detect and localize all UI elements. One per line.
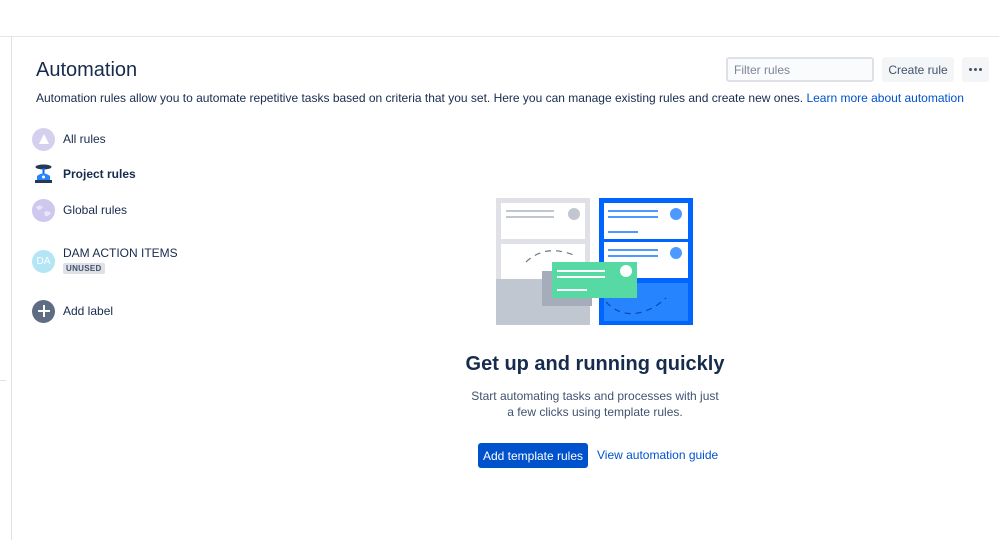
filter-rules-input[interactable]: [726, 57, 874, 82]
empty-state-text-line2: a few clicks using template rules.: [507, 405, 683, 419]
more-icon: [969, 68, 972, 71]
sidebar-item-all-rules[interactable]: All rules: [32, 127, 106, 151]
unused-badge: UNUSED: [63, 263, 105, 274]
description-text: Automation rules allow you to automate r…: [36, 91, 804, 105]
left-rail: [0, 37, 12, 540]
add-label-text: Add label: [63, 304, 114, 318]
globe-icon: [32, 198, 55, 222]
all-rules-icon: [32, 127, 55, 151]
empty-state-text: Start automating tasks and processes wit…: [470, 388, 720, 420]
sidebar-item-label: Global rules: [63, 203, 128, 217]
create-rule-button[interactable]: Create rule: [882, 57, 954, 82]
empty-state-text-line1: Start automating tasks and processes wit…: [471, 389, 719, 403]
empty-state-title: Get up and running quickly: [465, 353, 725, 375]
view-automation-guide-link[interactable]: View automation guide: [597, 448, 718, 462]
sidebar-item-global-rules[interactable]: Global rules: [32, 198, 127, 222]
add-label-button[interactable]: Add label: [32, 299, 113, 323]
plus-icon: [32, 299, 55, 323]
add-template-rules-button[interactable]: Add template rules: [478, 443, 588, 468]
sidebar-item-label: Project rules: [63, 167, 136, 181]
more-actions-button[interactable]: [962, 57, 989, 82]
project-rules-icon: [32, 163, 55, 186]
page-description: Automation rules allow you to automate r…: [36, 91, 964, 105]
label-avatar: DA: [32, 250, 55, 273]
rail-divider: [0, 380, 6, 381]
page-title: Automation: [36, 59, 138, 81]
sidebar-item-project-rules[interactable]: Project rules: [32, 162, 136, 186]
sidebar-item-label: All rules: [63, 132, 106, 146]
label-name: DAM ACTION ITEMS: [63, 246, 178, 260]
top-bar: [0, 0, 999, 37]
learn-more-link[interactable]: Learn more about automation: [806, 91, 963, 105]
automation-illustration: [496, 198, 693, 325]
